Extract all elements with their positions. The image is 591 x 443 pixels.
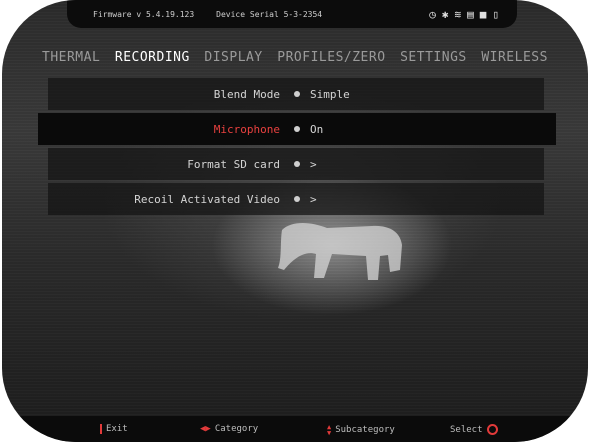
menu-item-microphone[interactable]: Microphone On (38, 113, 556, 145)
menu-item-label: Format SD card (187, 157, 280, 171)
menu-item-value: Simple (310, 87, 350, 101)
device-screen: Firmware v 5.4.19.123 Device Serial 5-3-… (2, 0, 588, 442)
timer-icon: ◷ (429, 7, 436, 21)
exit-button-icon (100, 424, 102, 434)
hint-category: ◀▶ Category (200, 424, 258, 434)
tab-display[interactable]: DISPLAY (204, 46, 262, 72)
left-right-arrows-icon: ◀▶ (200, 424, 211, 434)
control-hints-bar: Exit ◀▶ Category ▲ ▼ Subcategory Select (2, 416, 588, 442)
battery-icon: ▯ (492, 7, 499, 21)
menu-item-label: Microphone (213, 122, 280, 136)
hint-select: Select (450, 424, 498, 435)
bullet-icon (294, 161, 300, 167)
menu-item-blend-mode[interactable]: Blend Mode Simple (48, 78, 544, 110)
tab-thermal[interactable]: THERMAL (42, 46, 100, 72)
device-serial: Device Serial 5-3-2354 (216, 9, 323, 19)
tab-recording[interactable]: RECORDING (115, 46, 190, 72)
thermal-animal-image (278, 223, 402, 280)
wifi-icon: ≋ (454, 7, 462, 21)
status-icons: ◷ ✱ ≋ ▤ ■ ▯ (429, 8, 499, 21)
menu-item-label: Recoil Activated Video (134, 192, 280, 206)
bullet-icon (294, 91, 300, 97)
status-bar: Firmware v 5.4.19.123 Device Serial 5-3-… (67, 0, 517, 28)
select-button-icon (486, 424, 498, 435)
menu-item-recoil-activated-video[interactable]: Recoil Activated Video > (48, 183, 544, 215)
category-tabs: THERMAL RECORDING DISPLAY PROFILES/ZERO … (2, 46, 588, 72)
chevron-right-icon: > (310, 192, 317, 206)
tab-profiles-zero[interactable]: PROFILES/ZERO (277, 46, 385, 72)
bullet-icon (294, 126, 300, 132)
bullet-icon (294, 196, 300, 202)
chevron-right-icon: > (310, 157, 317, 171)
menu-item-value: On (310, 122, 324, 136)
tab-wireless[interactable]: WIRELESS (481, 46, 548, 72)
hint-subcategory: ▲ ▼ Subcategory (327, 423, 395, 437)
firmware-version: Firmware v 5.4.19.123 (93, 9, 195, 19)
hint-subcategory-label: Subcategory (335, 425, 395, 435)
menu-item-format-sd-card[interactable]: Format SD card > (48, 148, 544, 180)
bluetooth-icon: ✱ (441, 7, 449, 21)
video-record-icon: ■ (479, 7, 487, 21)
hint-exit-label: Exit (106, 424, 128, 434)
settings-menu: Blend Mode Simple Microphone On Format S… (38, 78, 556, 218)
tab-settings[interactable]: SETTINGS (400, 46, 467, 72)
hint-category-label: Category (214, 424, 259, 434)
up-down-arrows-icon: ▲ ▼ (327, 423, 332, 437)
hint-select-label: Select (450, 424, 483, 435)
sd-card-icon: ▤ (467, 7, 474, 21)
menu-item-label: Blend Mode (213, 87, 280, 101)
hint-exit: Exit (100, 424, 128, 434)
